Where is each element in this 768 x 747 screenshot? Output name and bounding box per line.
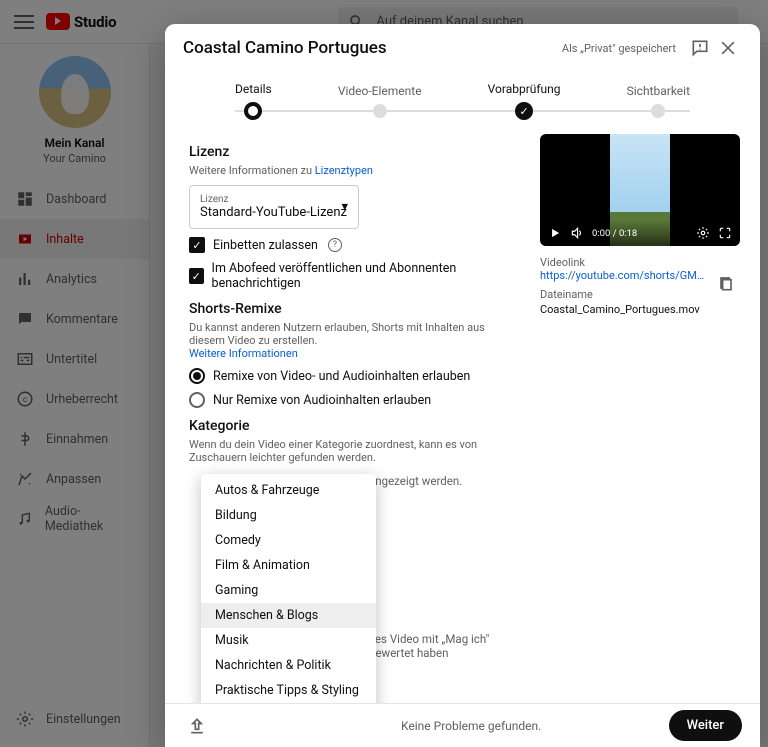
youtube-play-icon xyxy=(46,13,70,30)
fullscreen-icon[interactable] xyxy=(718,226,732,240)
video-time: 0:00 / 0:18 xyxy=(592,228,637,239)
checkbox-checked-icon: ✓ xyxy=(189,237,205,253)
remix-hint: Du kannst anderen Nutzern erlauben, Shor… xyxy=(189,321,518,360)
checkbox-label: Einbetten zulassen xyxy=(213,238,318,253)
videolink-label: Videolink xyxy=(540,256,740,269)
nav-copyright[interactable]: c Urheberrecht xyxy=(0,379,149,419)
step-label: Sichtbarkeit xyxy=(627,84,690,98)
hamburger-menu[interactable] xyxy=(14,15,34,29)
close-button[interactable] xyxy=(714,34,742,62)
chevron-down-icon: ▾ xyxy=(341,200,348,215)
nav-label: Inhalte xyxy=(46,232,84,247)
nav-label: Audio-Mediathek xyxy=(45,504,133,534)
checkbox-label: Im Abofeed veröffentlichen und Abonnente… xyxy=(212,261,518,291)
nav-content[interactable]: Inhalte xyxy=(0,219,149,259)
nav-subtitles[interactable]: Untertitel xyxy=(0,339,149,379)
category-hint: Wenn du dein Video einer Kategorie zuord… xyxy=(189,438,518,464)
nav-label: Untertitel xyxy=(46,352,97,367)
filename-value: Coastal_Camino_Portugues.mov xyxy=(540,303,740,316)
license-field-value: Standard-YouTube-Lizenz xyxy=(200,205,348,220)
nav-comments[interactable]: Kommentare xyxy=(0,299,149,339)
license-select[interactable]: Lizenz Standard-YouTube-Lizenz ▾ xyxy=(189,185,359,229)
radio-label: Nur Remixe von Audioinhalten erlauben xyxy=(213,393,431,408)
nav-earn[interactable]: Einnahmen xyxy=(0,419,149,459)
hidden-content-fragment: ses Video mit „Mag ich" bewertet haben xyxy=(369,632,518,660)
radio-unchecked-icon xyxy=(189,392,205,408)
nav-label: Einnahmen xyxy=(46,432,108,447)
step-checks[interactable]: Vorabprüfung xyxy=(488,82,561,120)
videolink-value[interactable]: https://youtube.com/shorts/GM… xyxy=(540,269,704,282)
svg-text:c: c xyxy=(23,395,28,405)
footer-status: Keine Probleme gefunden. xyxy=(401,719,659,733)
nav-dashboard[interactable]: Dashboard xyxy=(0,179,149,219)
step-label: Vorabprüfung xyxy=(488,82,561,96)
help-icon[interactable]: ? xyxy=(328,238,342,252)
nav-label: Analytics xyxy=(46,272,97,287)
volume-icon[interactable] xyxy=(570,226,584,240)
next-button[interactable]: Weiter xyxy=(669,710,742,741)
nav-label: Kommentare xyxy=(46,312,118,327)
category-option[interactable]: Bildung xyxy=(201,503,376,528)
studio-logo[interactable]: Studio xyxy=(46,13,116,31)
step-label: Details xyxy=(235,82,272,96)
gear-icon[interactable] xyxy=(696,226,710,240)
video-details-modal: Coastal Camino Portugues Als „Privat" ge… xyxy=(165,24,760,747)
nav-label: Einstellungen xyxy=(46,712,121,727)
radio-checked-icon xyxy=(189,368,205,384)
remix-av-radio[interactable]: Remixe von Video- und Audioinhalten erla… xyxy=(189,368,518,384)
category-heading: Kategorie xyxy=(189,418,518,434)
category-option[interactable]: Praktische Tipps & Styling xyxy=(201,678,376,703)
nav-analytics[interactable]: Analytics xyxy=(0,259,149,299)
brand-text: Studio xyxy=(74,13,116,31)
license-types-link[interactable]: Lizenztypen xyxy=(315,164,373,177)
embed-checkbox[interactable]: ✓ Einbetten zulassen ? xyxy=(189,237,518,253)
step-details[interactable]: Details xyxy=(235,82,272,120)
remix-audio-only-radio[interactable]: Nur Remixe von Audioinhalten erlauben xyxy=(189,392,518,408)
filename-label: Dateiname xyxy=(540,288,740,301)
channel-name: Mein Kanal xyxy=(0,136,149,150)
category-option[interactable]: Film & Animation xyxy=(201,553,376,578)
radio-label: Remixe von Video- und Audioinhalten erla… xyxy=(213,369,470,384)
remix-heading: Shorts-Remixe xyxy=(189,301,518,317)
play-icon[interactable] xyxy=(548,226,562,240)
channel-avatar[interactable] xyxy=(39,56,111,128)
nav-label: Dashboard xyxy=(46,192,106,207)
category-option[interactable]: Comedy xyxy=(201,528,376,553)
nav-label: Urheberrecht xyxy=(46,392,118,407)
remix-more-info-link[interactable]: Weitere Informationen xyxy=(189,347,298,360)
license-field-label: Lizenz xyxy=(200,194,348,205)
category-option[interactable]: Gaming xyxy=(201,578,376,603)
nav-settings[interactable]: Einstellungen xyxy=(0,699,149,739)
license-heading: Lizenz xyxy=(189,144,518,160)
step-visibility[interactable]: Sichtbarkeit xyxy=(627,84,690,118)
feedback-button[interactable] xyxy=(686,34,714,62)
nav-customize[interactable]: Anpassen xyxy=(0,459,149,499)
channel-handle: Your Camino xyxy=(0,152,149,165)
upload-status-icon xyxy=(183,712,211,740)
license-hint: Weitere Informationen zu Lizenztypen xyxy=(189,164,518,177)
nav-label: Anpassen xyxy=(46,472,101,487)
nav-audio[interactable]: Audio-Mediathek xyxy=(0,499,149,539)
category-option[interactable]: Menschen & Blogs xyxy=(201,603,376,628)
category-option[interactable]: Nachrichten & Politik xyxy=(201,653,376,678)
copy-link-button[interactable] xyxy=(712,269,740,297)
category-option[interactable]: Musik xyxy=(201,628,376,653)
video-preview[interactable]: 0:00 / 0:18 xyxy=(540,134,740,246)
publish-feed-checkbox[interactable]: ✓ Im Abofeed veröffentlichen und Abonnen… xyxy=(189,261,518,291)
modal-title: Coastal Camino Portugues xyxy=(183,38,562,58)
save-status: Als „Privat" gespeichert xyxy=(562,42,676,55)
checkbox-checked-icon: ✓ xyxy=(189,268,204,284)
step-video-elements[interactable]: Video-Elemente xyxy=(338,84,422,118)
upload-stepper: Details Video-Elemente Vorabprüfung Sich… xyxy=(165,72,760,130)
hidden-content-fragment: angezeigt werden. xyxy=(369,474,518,488)
category-dropdown[interactable]: Autos & FahrzeugeBildungComedyFilm & Ani… xyxy=(201,474,376,703)
step-label: Video-Elemente xyxy=(338,84,422,98)
category-option[interactable]: Autos & Fahrzeuge xyxy=(201,478,376,503)
